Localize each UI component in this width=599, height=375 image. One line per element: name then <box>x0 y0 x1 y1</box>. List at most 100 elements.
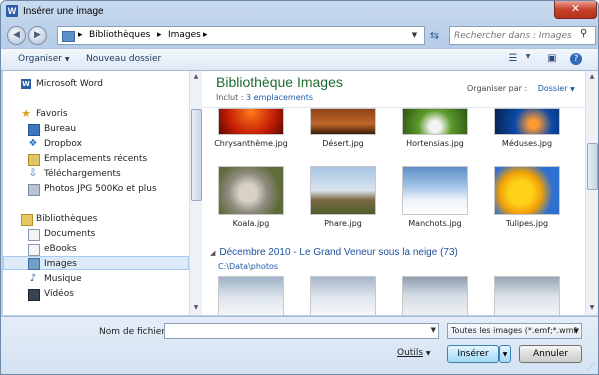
arrange-by: Organiser par : Dossier ▼ <box>467 84 575 93</box>
nav-scrollbar[interactable]: ▲ ▼ <box>189 71 202 315</box>
breadcrumb-separator-icon[interactable]: ▸ <box>203 30 208 40</box>
desktop-icon <box>28 124 40 136</box>
help-icon[interactable]: ? <box>570 53 582 65</box>
nav-item-ebooks[interactable]: eBooks <box>3 242 189 256</box>
file-name[interactable]: Hortensias.jpg <box>392 138 478 149</box>
scroll-down-icon[interactable]: ▼ <box>586 304 598 311</box>
nav-item-recent-places[interactable]: Emplacements récents <box>3 152 189 166</box>
search-icon[interactable]: ⚲ <box>580 28 587 39</box>
locations-link[interactable]: 3 emplacements <box>246 93 313 102</box>
group-path[interactable]: C:\Data\photos <box>218 262 278 271</box>
breadcrumb-separator-icon[interactable]: ▸ <box>78 30 83 40</box>
breadcrumb-images[interactable]: Images <box>168 30 201 40</box>
address-history-dropdown[interactable]: ▼ <box>408 26 421 45</box>
breadcrumb-libraries[interactable]: Bibliothèques <box>89 30 150 40</box>
thumbnail-snow-4[interactable] <box>494 276 560 315</box>
chevron-down-icon: ▼ <box>570 86 575 93</box>
breadcrumb-separator-icon[interactable]: ▸ <box>157 30 162 40</box>
thumbnail-snow-1[interactable] <box>218 276 284 315</box>
new-folder-button[interactable]: Nouveau dossier <box>86 54 161 64</box>
documents-icon <box>28 229 40 241</box>
refresh-icon: ⇆ <box>429 29 440 42</box>
insert-options-button[interactable]: ▼ <box>499 345 511 363</box>
close-button[interactable]: ✕ <box>554 1 597 19</box>
thumbnail-lighthouse[interactable] <box>310 166 376 215</box>
insert-button[interactable]: Insérer <box>447 345 499 363</box>
arrange-dropdown[interactable]: Dossier ▼ <box>538 84 575 93</box>
nav-item-desktop[interactable]: Bureau <box>3 122 189 136</box>
organize-label: Organiser <box>18 54 62 64</box>
nav-item-label: Emplacements récents <box>44 154 148 164</box>
thumbnail-hydrangeas[interactable] <box>402 108 468 135</box>
organize-menu[interactable]: Organiser ▼ <box>18 54 70 64</box>
library-include: Inclut : 3 emplacements <box>216 93 313 102</box>
file-type-value: Toutes les images (*.emf;*.wmf <box>451 326 577 335</box>
file-name[interactable]: Manchots.jpg <box>392 218 478 229</box>
tools-menu[interactable]: Outils ▼ <box>397 348 431 358</box>
thumbnail-desert[interactable] <box>310 108 376 135</box>
thumbnail-jellyfish[interactable] <box>494 108 560 135</box>
nav-item-documents[interactable]: Documents <box>3 227 189 241</box>
forward-button[interactable]: ▶ <box>28 26 47 45</box>
group-header[interactable]: ◢ Décembre 2010 - Le Grand Veneur sous la… <box>210 247 458 258</box>
filename-input[interactable] <box>165 324 424 340</box>
thumbnail-snow-3[interactable] <box>402 276 468 315</box>
collapse-group-icon[interactable]: ◢ <box>210 250 215 257</box>
nav-item-dropbox[interactable]: ❖ Dropbox <box>3 137 189 151</box>
chevron-down-icon[interactable]: ▼ <box>431 326 436 334</box>
chevron-down-icon: ▼ <box>425 350 431 357</box>
nav-item-label: Photos JPG 500Ko et plus <box>44 184 157 194</box>
nav-item-label: Téléchargements <box>44 169 121 179</box>
scroll-up-icon[interactable]: ▲ <box>190 73 202 80</box>
file-name[interactable]: Phare.jpg <box>300 218 386 229</box>
back-button[interactable]: ◀ <box>7 26 26 45</box>
images-icon <box>28 258 40 270</box>
file-name[interactable]: Méduses.jpg <box>484 138 570 149</box>
file-type-select[interactable]: Toutes les images (*.emf;*.wmf ▼ <box>447 323 582 339</box>
nav-item-videos[interactable]: Vidéos <box>3 287 189 301</box>
address-bar[interactable]: ▸ Bibliothèques ▸ Images ▸ <box>57 26 425 45</box>
view-options-icon[interactable]: ☰ <box>506 53 520 65</box>
word-icon: W <box>21 79 31 89</box>
library-folder-icon <box>62 31 75 42</box>
nav-item-photos-folder[interactable]: Photos JPG 500Ko et plus <box>3 182 189 196</box>
search-box[interactable]: ⚲ <box>449 26 596 45</box>
thumbnail-tulips[interactable] <box>494 166 560 215</box>
thumbnail-chrysanthemum[interactable] <box>218 108 284 135</box>
thumbnail-penguins[interactable] <box>402 166 468 215</box>
file-name[interactable]: Koala.jpg <box>208 218 294 229</box>
cancel-button[interactable]: Annuler <box>519 345 582 363</box>
thumbnail-koala[interactable] <box>218 166 284 215</box>
nav-item-images[interactable]: Images <box>3 256 189 270</box>
content-scrollbar[interactable]: ▲ ▼ <box>585 71 598 315</box>
nav-item-music[interactable]: ♪ Musique <box>3 272 189 286</box>
title-bar: W Insérer une image ✕ <box>1 1 598 23</box>
view-dropdown-icon[interactable]: ▼ <box>521 53 535 65</box>
file-name[interactable]: Chrysanthème.jpg <box>208 138 294 149</box>
scroll-up-icon[interactable]: ▲ <box>586 73 598 80</box>
arrange-value: Dossier <box>537 84 568 93</box>
nav-item-label: Documents <box>44 229 96 239</box>
libraries-icon <box>21 214 33 226</box>
refresh-button[interactable]: ⇆ <box>426 27 443 44</box>
scroll-thumb[interactable] <box>587 143 598 190</box>
thumbnail-snow-2[interactable] <box>310 276 376 315</box>
nav-item-libraries[interactable]: Bibliothèques <box>3 212 189 226</box>
folder-icon <box>28 184 40 196</box>
preview-pane-icon[interactable]: ▣ <box>545 53 559 65</box>
resize-grip-icon[interactable]: ⋰ <box>587 362 597 372</box>
dialog-window: W Insérer une image ✕ ◀ ▶ ▸ Bibliothèque… <box>0 0 599 375</box>
file-name[interactable]: Tulipes.jpg <box>484 218 570 229</box>
include-label: Inclut : <box>216 93 244 102</box>
library-title: Bibliothèque Images <box>216 74 343 90</box>
nav-item-label: Microsoft Word <box>36 79 103 89</box>
nav-item-word[interactable]: W Microsoft Word <box>3 77 189 91</box>
filename-field[interactable]: ▼ <box>164 323 439 340</box>
search-input[interactable] <box>450 27 583 44</box>
word-app-icon: W <box>6 5 18 17</box>
file-name[interactable]: Désert.jpg <box>300 138 386 149</box>
scroll-thumb[interactable] <box>191 109 202 201</box>
nav-item-downloads[interactable]: ⇩ Téléchargements <box>3 167 189 181</box>
scroll-down-icon[interactable]: ▼ <box>190 304 202 311</box>
nav-item-favorites[interactable]: ★ Favoris <box>3 107 189 121</box>
